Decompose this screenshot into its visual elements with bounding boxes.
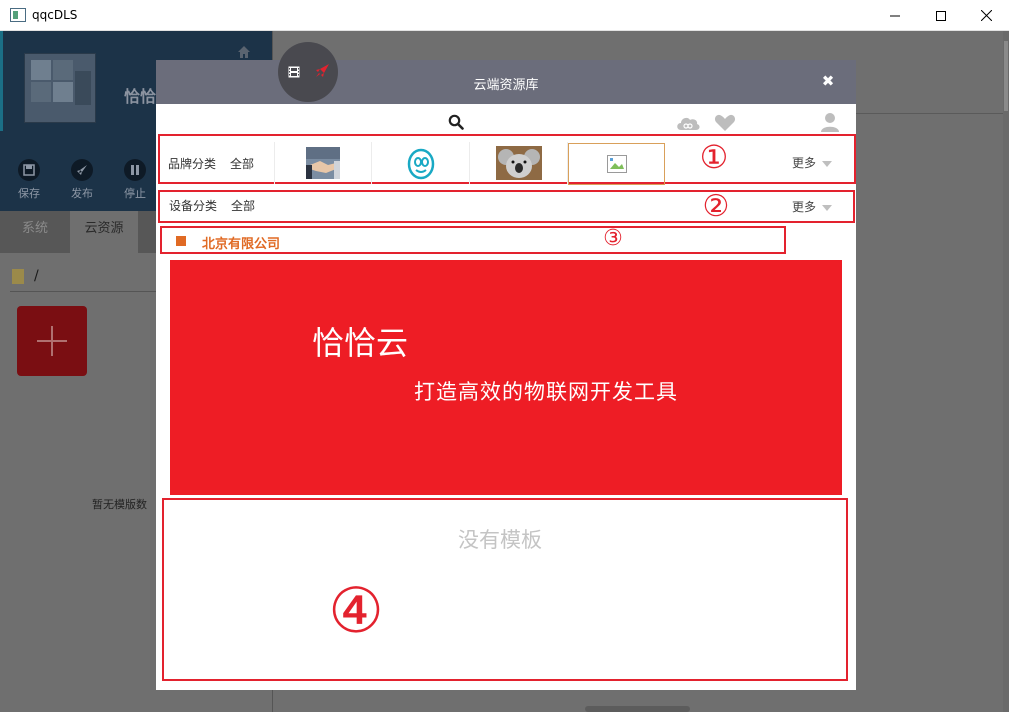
brand-item-koala[interactable] (470, 142, 568, 184)
app-icon (10, 8, 26, 22)
brand-more-button[interactable]: 更多 (792, 154, 833, 171)
empty-template-message: 没有模板 (458, 528, 542, 552)
company-bullet (176, 236, 186, 246)
brand-more-label: 更多 (792, 156, 817, 170)
annotation-marker-3: ③ (603, 226, 623, 251)
cloud-resource-dialog: 云端资源库 ✖ 品牌分类 全部 更多 ① 设备分类 全部 更多 ② ③ 北京有限… (156, 42, 856, 690)
tab-system[interactable]: 系统 (0, 211, 70, 253)
home-icon[interactable] (237, 45, 251, 59)
chevron-down-icon (822, 160, 833, 167)
tab-cloud-resources[interactable]: 云资源 (70, 211, 138, 253)
publish-button[interactable]: 发布 (67, 159, 97, 201)
film-icon[interactable] (288, 66, 300, 78)
brand-filter-row: 品牌分类 全部 更多 ① (158, 134, 856, 185)
stop-button[interactable]: 停止 (120, 159, 150, 201)
banner-title: 恰恰云 (312, 324, 409, 362)
annotation-marker-2: ② (702, 189, 730, 224)
chevron-down-icon (822, 204, 833, 211)
stop-label: 停止 (124, 187, 146, 200)
save-icon (18, 159, 40, 181)
heart-icon[interactable] (714, 114, 736, 132)
promo-banner: 恰恰云 打造高效的物联网开发工具 (170, 260, 842, 495)
publish-label: 发布 (71, 187, 93, 200)
qq-logo-thumbnail (407, 148, 434, 180)
handshake-thumbnail (306, 147, 340, 179)
pause-icon (124, 159, 146, 181)
device-filter-label: 设备分类 (169, 199, 218, 213)
brand-all-option[interactable]: 全部 (230, 155, 254, 172)
path-text: / (34, 268, 39, 284)
dialog-header: 云端资源库 ✖ (156, 60, 856, 104)
horizontal-scrollbar[interactable] (585, 706, 690, 712)
dialog-close-button[interactable]: ✖ (820, 72, 836, 90)
koala-thumbnail (495, 146, 542, 180)
search-icon[interactable] (448, 114, 464, 130)
save-label: 保存 (18, 187, 40, 200)
minimize-button[interactable] (872, 0, 918, 31)
device-more-button[interactable]: 更多 (792, 198, 833, 215)
banner-subtitle: 打造高效的物联网开发工具 (414, 380, 678, 404)
user-icon[interactable] (820, 112, 840, 132)
scrollbar-thumb[interactable] (1004, 41, 1008, 111)
rocket-icon (71, 159, 93, 181)
add-template-button[interactable] (17, 306, 87, 376)
minimize-icon (890, 15, 900, 16)
folder-icon (12, 268, 24, 284)
app-logo (24, 53, 96, 123)
empty-message: 暂无模版数 (92, 498, 147, 511)
accent-strip (0, 31, 3, 131)
path-breadcrumb: / (12, 268, 39, 284)
divider (10, 291, 160, 292)
close-window-button[interactable] (963, 0, 1009, 31)
maximize-button[interactable] (918, 0, 964, 31)
brand-item-selected[interactable] (568, 143, 665, 185)
save-button[interactable]: 保存 (14, 159, 44, 201)
brand-item-handshake[interactable] (274, 142, 372, 184)
rocket-icon[interactable] (314, 63, 330, 79)
cloud-icon[interactable] (675, 114, 701, 132)
maximize-icon (936, 10, 946, 21)
dialog-title: 云端资源库 (473, 78, 539, 93)
vertical-scrollbar[interactable] (1003, 31, 1009, 712)
brand-item-qq[interactable] (372, 142, 470, 184)
device-filter-row: 设备分类 全部 更多 ② (158, 189, 855, 224)
window-titlebar: qqcDLS (0, 0, 1009, 31)
brand-filter-label: 品牌分类 (168, 157, 217, 171)
device-all-option[interactable]: 全部 (231, 197, 255, 214)
window-title: qqcDLS (32, 8, 78, 22)
annotation-marker-1: ① (699, 138, 729, 176)
divider (856, 113, 1004, 114)
broken-image-thumbnail (606, 155, 627, 173)
close-icon (980, 10, 992, 21)
app-name: 恰恰 (124, 87, 157, 106)
device-more-label: 更多 (792, 200, 817, 214)
company-name[interactable]: 北京有限公司 (202, 233, 280, 252)
annotation-marker-4: ④ (328, 574, 384, 647)
